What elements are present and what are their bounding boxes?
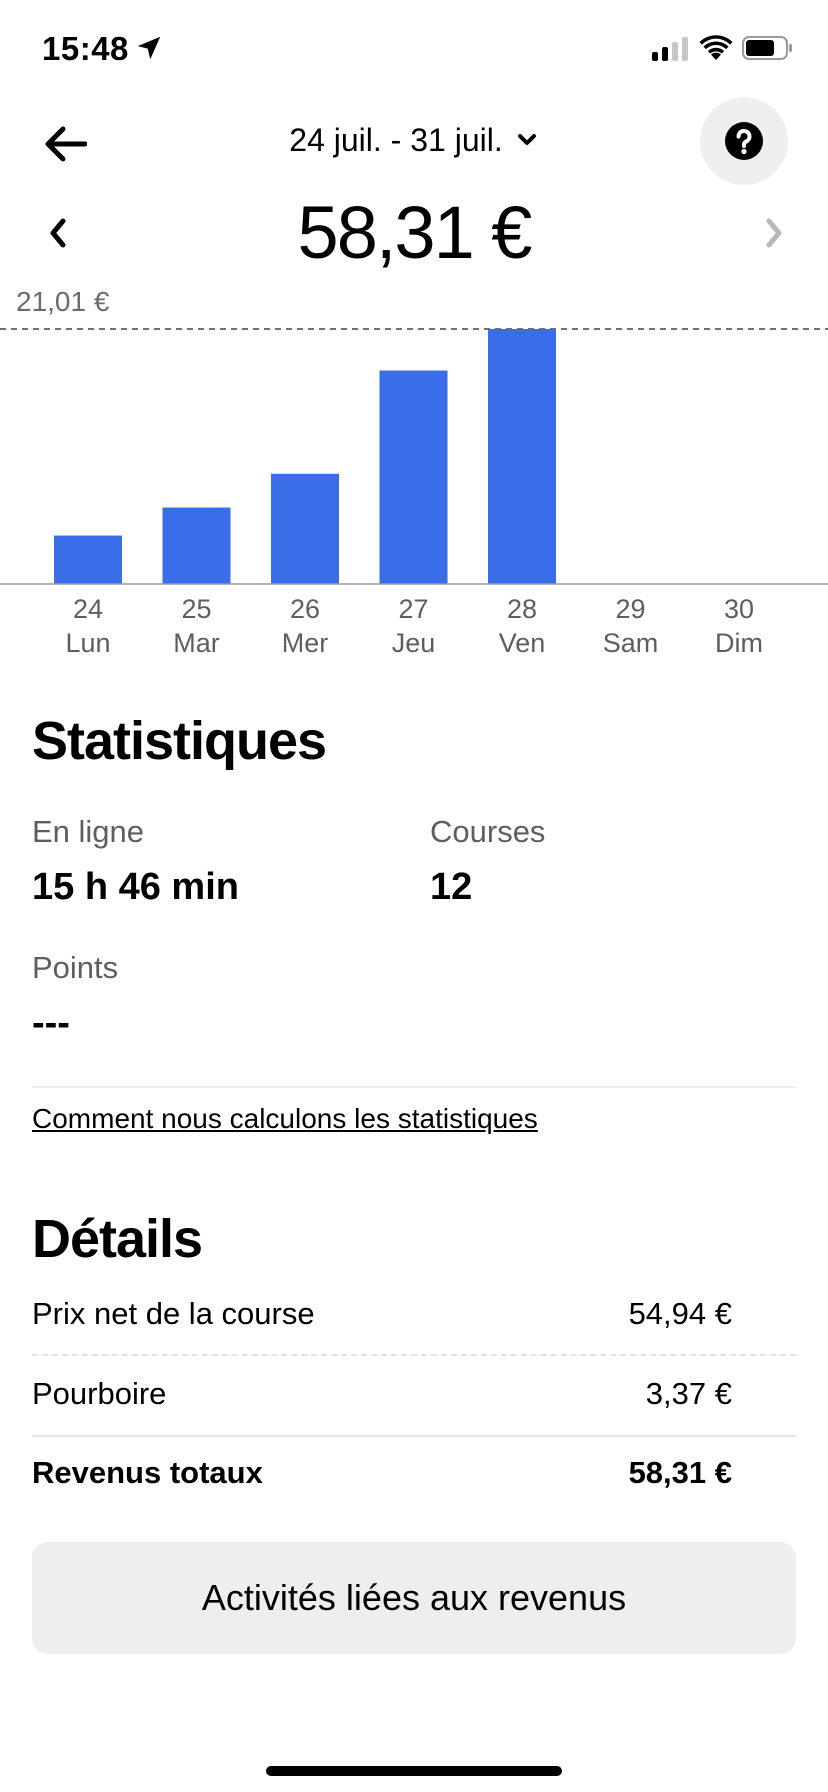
online-value: 15 h 46 min	[32, 866, 239, 908]
chevron-down-icon	[517, 134, 536, 145]
weekday: Mer	[281, 628, 329, 658]
previous-week-button[interactable]	[40, 205, 76, 261]
day-label-29[interactable]: 29 Sam	[581, 592, 681, 660]
day-number: 28	[506, 594, 538, 624]
day-label-27[interactable]: 27 Jeu	[364, 592, 464, 660]
stats-info-link[interactable]: Comment nous calculons les statistiques	[32, 1103, 538, 1135]
location-arrow-icon	[137, 36, 161, 60]
next-week-button[interactable]	[756, 205, 792, 261]
tip-label: Pourboire	[32, 1376, 167, 1411]
date-range-label: 24 juil. - 31 juil.	[289, 121, 503, 158]
points-label: Points	[32, 950, 119, 985]
trips-label: Courses	[430, 814, 546, 849]
weekday: Dim	[715, 628, 763, 658]
day-label-24[interactable]: 24 Lun	[38, 592, 138, 660]
total-earnings: 58,31 €	[297, 191, 533, 274]
day-label-26[interactable]: 26 Mer	[255, 592, 355, 660]
net-fare-value: 54,94 €	[628, 1296, 732, 1331]
day-label-30[interactable]: 30 Dim	[689, 592, 789, 660]
day-number: 30	[723, 594, 755, 624]
detail-separator-solid	[32, 1435, 796, 1437]
net-fare-label: Prix net de la course	[32, 1296, 315, 1331]
total-revenue-value: 58,31 €	[628, 1455, 732, 1490]
bar-27[interactable]	[379, 370, 448, 584]
day-number: 25	[181, 594, 212, 624]
points-value: ---	[32, 1002, 70, 1044]
day-number: 26	[289, 594, 321, 624]
battery-icon	[742, 36, 792, 60]
detail-separator	[32, 1354, 796, 1356]
weekday: Jeu	[391, 628, 436, 658]
bar-26[interactable]	[271, 473, 339, 584]
weekday: Lun	[65, 628, 111, 658]
chevron-left-icon	[50, 218, 66, 248]
help-button[interactable]	[700, 97, 788, 185]
weekday: Ven	[498, 628, 546, 658]
day-number: 27	[398, 594, 429, 624]
help-icon	[725, 122, 763, 160]
stats-divider	[32, 1086, 796, 1088]
day-label-25[interactable]: 25 Mar	[147, 592, 247, 660]
details-title: Détails	[32, 1209, 203, 1269]
tip-value: 3,37 €	[645, 1376, 732, 1411]
back-button[interactable]	[36, 118, 94, 170]
stats-title: Statistiques	[32, 711, 327, 771]
bar-24[interactable]	[54, 535, 122, 584]
status-time: 15:48	[42, 30, 129, 67]
day-number: 29	[615, 594, 646, 624]
back-arrow-icon	[45, 126, 87, 162]
weekday: Sam	[602, 628, 659, 658]
home-indicator	[266, 1766, 562, 1776]
bar-25[interactable]	[162, 507, 231, 584]
trips-value: 12	[430, 866, 473, 908]
date-range-selector[interactable]: 24 juil. - 31 juil.	[240, 116, 586, 164]
day-number: 24	[72, 594, 104, 624]
chevron-right-icon	[766, 218, 782, 248]
signal-icon	[652, 37, 688, 61]
weekday: Mar	[173, 628, 220, 658]
earnings-activity-button[interactable]: Activités liées aux revenus	[32, 1542, 796, 1654]
bar-28[interactable]	[488, 329, 556, 584]
online-label: En ligne	[32, 814, 145, 849]
wifi-icon	[699, 35, 733, 60]
total-revenue-label: Revenus totaux	[32, 1455, 263, 1490]
day-label-28[interactable]: 28 Ven	[472, 592, 572, 660]
